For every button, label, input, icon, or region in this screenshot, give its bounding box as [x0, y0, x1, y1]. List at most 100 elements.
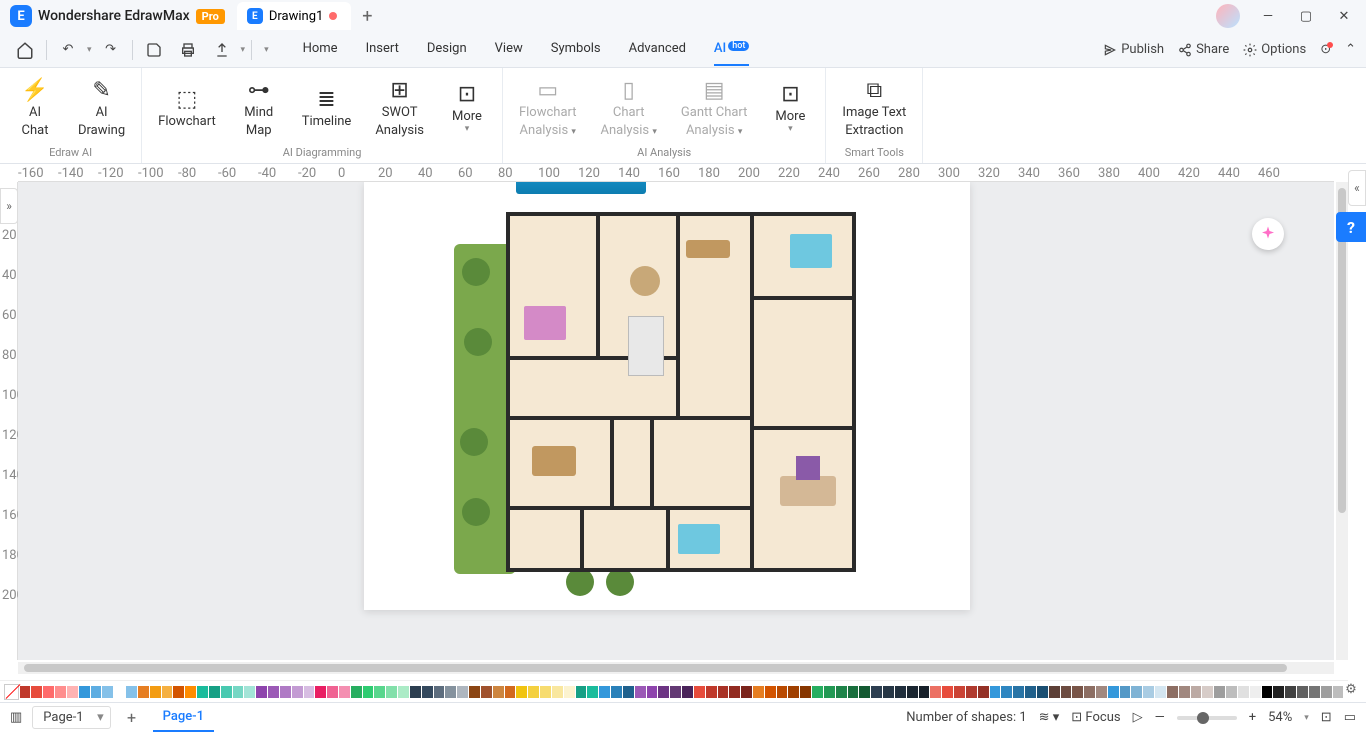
canvas[interactable]	[18, 182, 1334, 660]
color-swatch[interactable]	[765, 686, 776, 698]
color-swatch[interactable]	[292, 686, 303, 698]
color-swatch[interactable]	[907, 686, 918, 698]
color-swatch[interactable]	[1120, 686, 1131, 698]
zoom-slider[interactable]	[1177, 716, 1237, 720]
color-swatch[interactable]	[883, 686, 894, 698]
color-swatch[interactable]	[1309, 686, 1320, 698]
color-swatch[interactable]	[410, 686, 421, 698]
color-swatch[interactable]	[374, 686, 385, 698]
color-swatch[interactable]	[800, 686, 811, 698]
color-swatch[interactable]	[67, 686, 78, 698]
color-swatch[interactable]	[327, 686, 338, 698]
flowchart-button[interactable]: ⬚Flowchart	[152, 84, 222, 134]
color-swatch[interactable]	[848, 686, 859, 698]
share-button[interactable]: Share	[1178, 42, 1229, 57]
color-swatch[interactable]	[244, 686, 255, 698]
options-button[interactable]: Options	[1243, 42, 1306, 57]
minimize-button[interactable]: —	[1250, 2, 1286, 30]
color-swatch[interactable]	[422, 686, 433, 698]
publish-button[interactable]: Publish	[1103, 42, 1164, 57]
color-swatch[interactable]	[1072, 686, 1083, 698]
color-swatch[interactable]	[1214, 686, 1225, 698]
menu-view[interactable]: View	[495, 33, 523, 66]
fit-width-button[interactable]: ▭	[1344, 710, 1356, 725]
menu-home[interactable]: Home	[303, 33, 338, 66]
zoom-level[interactable]: 54%	[1268, 710, 1292, 725]
undo-button[interactable]: ↶	[53, 35, 83, 65]
color-swatch[interactable]	[1143, 686, 1154, 698]
flowchart-analysis-button[interactable]: ▭FlowchartAnalysis ▾	[513, 75, 583, 142]
color-swatch[interactable]	[126, 686, 137, 698]
color-swatch[interactable]	[339, 686, 350, 698]
mindmap-button[interactable]: ⊶MindMap	[234, 75, 284, 142]
ai-drawing-button[interactable]: ✎AIDrawing	[72, 75, 131, 142]
color-swatch[interactable]	[670, 686, 681, 698]
color-swatch[interactable]	[185, 686, 196, 698]
add-tab-button[interactable]: +	[355, 4, 379, 28]
help-button[interactable]: ?	[1336, 212, 1366, 242]
color-swatch[interactable]	[753, 686, 764, 698]
color-swatch[interactable]	[1025, 686, 1036, 698]
vertical-scrollbar[interactable]	[1336, 182, 1348, 660]
print-button[interactable]	[173, 35, 203, 65]
color-swatch[interactable]	[162, 686, 173, 698]
color-swatch[interactable]	[647, 686, 658, 698]
menu-symbols[interactable]: Symbols	[551, 33, 601, 66]
color-swatch[interactable]	[386, 686, 397, 698]
layout-mode-button[interactable]: ▥	[10, 710, 22, 725]
color-swatch[interactable]	[1131, 686, 1142, 698]
color-swatch[interactable]	[363, 686, 374, 698]
color-swatch[interactable]	[1250, 686, 1261, 698]
color-swatch[interactable]	[859, 686, 870, 698]
fit-page-button[interactable]: ⊡	[1321, 710, 1332, 725]
color-swatch[interactable]	[457, 686, 468, 698]
color-swatch[interactable]	[280, 686, 291, 698]
swot-button[interactable]: ⊞SWOTAnalysis	[369, 75, 430, 142]
timeline-button[interactable]: ≣Timeline	[296, 84, 358, 134]
color-swatch[interactable]	[1285, 686, 1296, 698]
settings-gear-button[interactable]: ⚙	[1340, 678, 1362, 700]
color-swatch[interactable]	[79, 686, 90, 698]
floorplan-image[interactable]	[506, 188, 856, 566]
menu-insert[interactable]: Insert	[366, 33, 399, 66]
color-swatch[interactable]	[966, 686, 977, 698]
zoom-out-button[interactable]: —	[1155, 710, 1165, 725]
color-swatch[interactable]	[221, 686, 232, 698]
more-analysis-button[interactable]: ⊡More▾	[765, 79, 815, 139]
export-button[interactable]	[207, 35, 237, 65]
color-swatch[interactable]	[836, 686, 847, 698]
color-swatch[interactable]	[1226, 686, 1237, 698]
collapse-ribbon-button[interactable]: ⌃	[1345, 42, 1356, 57]
color-swatch[interactable]	[1167, 686, 1178, 698]
color-swatch[interactable]	[1096, 686, 1107, 698]
color-swatch[interactable]	[1084, 686, 1095, 698]
color-swatch[interactable]	[587, 686, 598, 698]
color-swatch[interactable]	[256, 686, 267, 698]
color-swatch[interactable]	[741, 686, 752, 698]
color-swatch[interactable]	[102, 686, 113, 698]
color-swatch[interactable]	[1049, 686, 1060, 698]
image-text-extraction-button[interactable]: ⧉Image TextExtraction	[836, 75, 912, 142]
color-swatch[interactable]	[445, 686, 456, 698]
right-panel-toggle[interactable]: «	[1348, 170, 1366, 206]
color-swatch[interactable]	[31, 686, 42, 698]
color-swatch[interactable]	[682, 686, 693, 698]
color-swatch[interactable]	[1238, 686, 1249, 698]
drawing-page[interactable]	[364, 182, 970, 610]
color-swatch[interactable]	[919, 686, 930, 698]
layers-button[interactable]: ≋ ▾	[1039, 710, 1060, 725]
home-button[interactable]	[10, 35, 40, 65]
color-swatch[interactable]	[434, 686, 445, 698]
color-swatch[interactable]	[1108, 686, 1119, 698]
tab-drawing1[interactable]: E Drawing1	[237, 2, 351, 30]
color-swatch[interactable]	[398, 686, 409, 698]
ai-fab-button[interactable]	[1252, 218, 1284, 250]
color-swatch[interactable]	[268, 686, 279, 698]
user-avatar[interactable]	[1216, 4, 1240, 28]
color-swatch[interactable]	[1061, 686, 1072, 698]
color-swatch[interactable]	[895, 686, 906, 698]
color-swatch[interactable]	[209, 686, 220, 698]
presentation-button[interactable]: ▷	[1133, 710, 1143, 725]
save-button[interactable]	[139, 35, 169, 65]
color-swatch[interactable]	[55, 686, 66, 698]
